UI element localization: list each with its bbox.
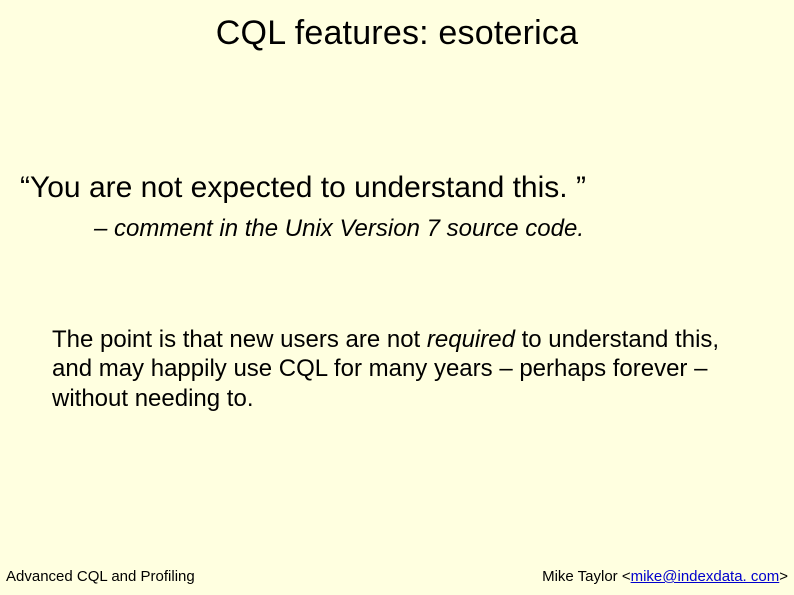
body-emphasis: required bbox=[427, 326, 515, 353]
footer-author-pre: Mike Taylor < bbox=[542, 568, 631, 585]
footer-email-link[interactable]: mike@indexdata. com bbox=[631, 568, 780, 585]
slide: CQL features: esoterica “You are not exp… bbox=[0, 0, 794, 595]
body-pre: The point is that new users are not bbox=[52, 326, 427, 353]
footer-right: Mike Taylor <mike@indexdata. com> bbox=[542, 568, 788, 585]
quote-text: “You are not expected to understand this… bbox=[20, 171, 794, 205]
body-paragraph: The point is that new users are not requ… bbox=[52, 325, 764, 413]
quote-attribution: – comment in the Unix Version 7 source c… bbox=[94, 215, 794, 243]
footer: Advanced CQL and Profiling Mike Taylor <… bbox=[6, 568, 788, 585]
slide-title: CQL features: esoterica bbox=[0, 0, 794, 53]
footer-left: Advanced CQL and Profiling bbox=[6, 568, 195, 585]
footer-author-post: > bbox=[779, 568, 788, 585]
